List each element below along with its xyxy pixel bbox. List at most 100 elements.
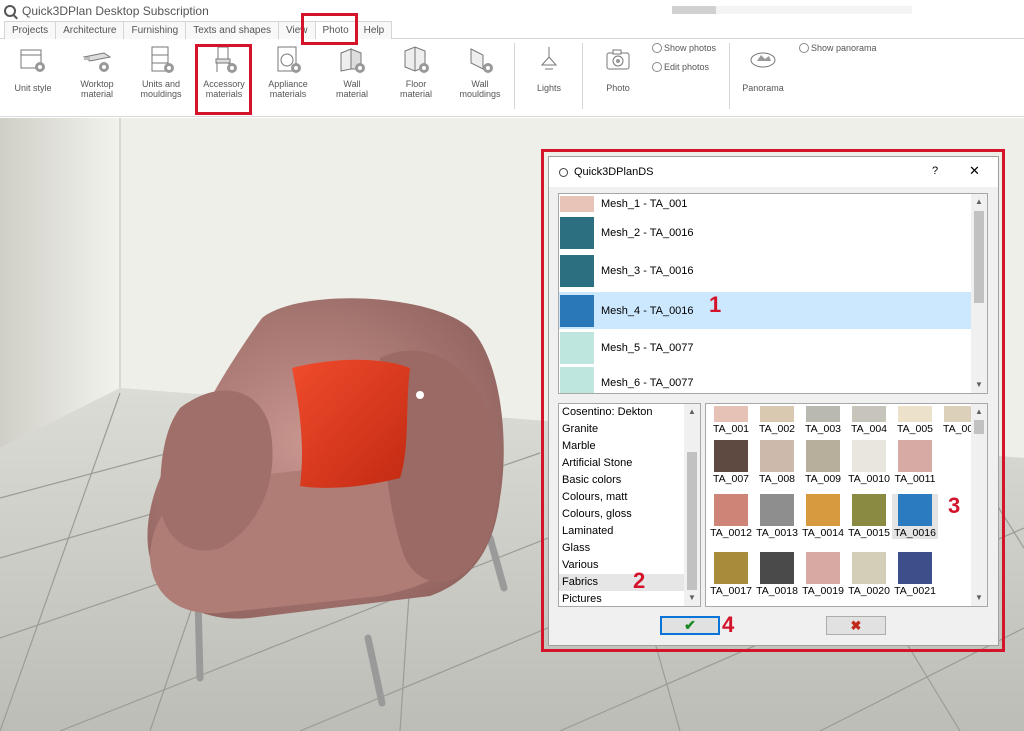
help-button[interactable]: ? [932,165,938,177]
scrollbar-thumb[interactable] [974,211,984,303]
mesh-list-scrollbar[interactable]: ▲ ▼ [971,194,987,393]
scroll-down-icon[interactable]: ▼ [975,593,983,602]
annotation-4: 4 [722,612,735,637]
category-item[interactable]: Glass [562,540,684,557]
texture-item[interactable]: TA_0010 [846,440,892,485]
texture-item[interactable]: TA_004 [846,406,892,435]
texture-label: TA_008 [759,473,795,485]
worktop-material-button[interactable]: Worktop material [66,45,128,99]
floor-material-button[interactable]: Floor material [385,45,447,99]
tab-architecture[interactable]: Architecture [55,21,125,39]
category-item[interactable]: Artificial Stone [562,455,684,472]
texture-item[interactable]: TA_002 [754,406,800,435]
texture-item[interactable]: TA_0017 [708,552,754,597]
scroll-up-icon[interactable]: ▲ [688,407,696,416]
category-item[interactable]: Basic colors [562,472,684,489]
scroll-up-icon[interactable]: ▲ [975,197,983,206]
mesh-label: Mesh_6 - TA_0077 [601,376,694,389]
texture-item[interactable]: TA_001 [708,406,754,435]
texture-item[interactable]: TA_0020 [846,552,892,597]
panorama-label: Panorama [742,83,784,93]
dialog-title: Quick3DPlanDS [574,166,654,178]
app-logo-icon [559,167,568,177]
texture-label: TA_003 [805,423,841,435]
camera-icon [603,45,633,75]
list-item[interactable]: Mesh_6 - TA_0077 [559,366,972,393]
scroll-up-icon[interactable]: ▲ [975,407,983,416]
show-photos-label: Show photos [664,43,717,53]
category-item[interactable]: Colours, gloss [562,506,684,523]
ribbon-toolbar: Unit style Worktop material Units and mo… [0,39,1024,117]
photo-button[interactable]: Photo [587,45,649,93]
lights-button[interactable]: Lights [518,45,580,93]
list-item[interactable]: Mesh_5 - TA_0077 [559,331,972,364]
texture-swatch [898,440,932,472]
show-photos-option[interactable]: Show photos [652,43,716,53]
mesh-swatch [560,331,594,364]
texture-item[interactable]: TA_0019 [800,552,846,597]
texture-grid-scrollbar[interactable]: ▲ ▼ [971,404,987,606]
close-icon: ✖ [850,617,862,633]
category-item[interactable]: Various [562,557,684,574]
cancel-button[interactable]: ✖ [826,616,886,635]
texture-swatch [760,440,794,472]
texture-item[interactable]: TA_0012 [708,494,754,539]
show-panorama-option[interactable]: Show panorama [799,43,877,53]
texture-item[interactable]: TA_0014 [800,494,846,539]
tab-projects[interactable]: Projects [4,21,57,39]
category-item[interactable]: Pictures [562,591,684,606]
texture-item[interactable]: TA_0018 [754,552,800,597]
category-item[interactable]: Colours, matt [562,489,684,506]
category-item[interactable]: Laminated [562,523,684,540]
category-item[interactable]: Marble [562,438,684,455]
texture-swatch [806,406,840,422]
texture-swatch [852,440,886,472]
scroll-down-icon[interactable]: ▼ [688,593,696,602]
texture-item[interactable]: TA_0011 [892,440,938,485]
texture-swatch [806,552,840,584]
wall-material-button[interactable]: Wall material [321,45,383,99]
unit-style-button[interactable]: Unit style [2,45,64,93]
ribbon-separator [514,43,515,109]
texture-item[interactable]: TA_0021 [892,552,938,597]
scrollbar-thumb[interactable] [687,452,697,590]
category-item[interactable]: Cosentino: Dekton [562,404,684,421]
list-item[interactable]: Mesh_4 - TA_0016 [559,292,972,329]
tab-texts-and-shapes[interactable]: Texts and shapes [185,21,280,39]
texture-item[interactable]: TA_008 [754,440,800,485]
scrollbar-thumb[interactable] [974,420,984,434]
panorama-button[interactable]: Panorama [732,45,794,93]
list-item[interactable]: Mesh_2 - TA_0016 [559,217,972,249]
list-item[interactable]: Mesh_1 - TA_001 [559,194,972,214]
texture-swatch [852,406,886,422]
texture-item[interactable]: TA_003 [800,406,846,435]
category-list[interactable]: Cosentino: Dekton Granite Marble Artific… [558,403,701,607]
texture-swatch [714,552,748,584]
texture-item[interactable]: TA_0016 [892,494,938,539]
category-item[interactable]: Granite [562,421,684,438]
unit-style-label: Unit style [14,83,52,93]
annotation-2: 2 [633,568,646,593]
close-button[interactable]: ✕ [969,163,980,179]
texture-item[interactable]: TA_005 [892,406,938,435]
wall-mouldings-button[interactable]: Wall mouldings [449,45,511,99]
mesh-swatch [560,217,594,249]
texture-grid[interactable]: TA_001 TA_002 TA_003 TA_004 TA_005 TA_006 TA_0… [705,403,988,607]
mesh-list[interactable]: Mesh_1 - TA_001 Mesh_2 - TA_0016 Mesh_3 … [558,193,988,394]
texture-item[interactable]: TA_0013 [754,494,800,539]
ok-button[interactable]: ✔ [660,616,720,635]
wall-mouldings-label-2: mouldings [459,89,501,99]
texture-item[interactable]: TA_007 [708,440,754,485]
units-mouldings-button[interactable]: Units and mouldings [130,45,192,99]
texture-item[interactable]: TA_009 [800,440,846,485]
texture-item[interactable]: TA_0015 [846,494,892,539]
category-list-scrollbar[interactable]: ▲ ▼ [684,404,700,606]
list-item[interactable]: Mesh_3 - TA_0016 [559,254,972,287]
appliance-materials-button[interactable]: Appliance materials [257,45,319,99]
category-item-fabrics[interactable]: Fabrics [559,574,685,591]
tab-furnishing[interactable]: Furnishing [123,21,187,39]
scroll-down-icon[interactable]: ▼ [975,380,983,389]
tab-help[interactable]: Help [355,21,393,39]
worktop-material-icon [82,45,112,75]
edit-photos-option[interactable]: Edit photos [652,62,709,72]
